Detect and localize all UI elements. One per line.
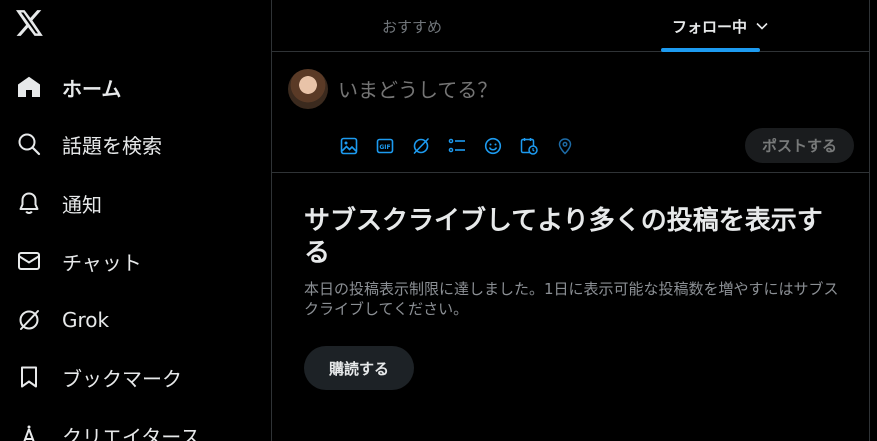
sidebar-item-label: クリエイタース: [62, 424, 201, 441]
post-button[interactable]: ポストする: [745, 128, 854, 163]
emoji-icon[interactable]: [482, 135, 518, 157]
main-column: おすすめ フォロー中 GIF: [272, 0, 869, 441]
search-icon: [16, 131, 42, 157]
composer-toolbar: GIF: [338, 135, 590, 157]
sidebar-item-label: Grok: [62, 308, 110, 332]
grok-icon[interactable]: [410, 135, 446, 157]
sidebar-item-grok[interactable]: Grok: [0, 295, 271, 345]
mail-icon: [16, 248, 42, 274]
grok-icon: [16, 307, 42, 333]
sidebar-item-bookmarks[interactable]: ブックマーク: [0, 352, 271, 402]
active-tab-indicator: [661, 48, 760, 52]
bookmark-icon: [16, 364, 42, 390]
location-icon[interactable]: [554, 135, 590, 157]
schedule-icon[interactable]: [518, 135, 554, 157]
sidebar-item-notifications[interactable]: 通知: [0, 178, 271, 228]
subscribe-description: 本日の投稿表示制限に達しました。1日に表示可能な投稿数を増やすにはサブスクライブ…: [304, 280, 839, 318]
sidebar-item-home[interactable]: ホーム: [0, 62, 271, 112]
chevron-down-icon: [755, 19, 769, 33]
gif-icon[interactable]: GIF: [374, 135, 410, 157]
creator-icon: [16, 422, 42, 441]
sidebar-item-label: チャット: [62, 250, 142, 275]
sidebar-item-label: ブックマーク: [62, 366, 182, 391]
poll-icon[interactable]: [446, 135, 482, 157]
sidebar-item-explore[interactable]: 話題を検索: [0, 119, 271, 169]
sidebar-item-label: 通知: [62, 192, 102, 217]
column-divider: [869, 0, 870, 441]
svg-text:GIF: GIF: [379, 144, 390, 151]
sidebar-item-creator[interactable]: クリエイタース: [0, 410, 271, 441]
x-logo-icon[interactable]: [16, 10, 46, 40]
subscribe-button[interactable]: 購読する: [304, 346, 414, 390]
compose-input[interactable]: [338, 75, 838, 105]
tab-label: フォロー中: [671, 17, 747, 36]
tab-following[interactable]: フォロー中: [572, 0, 869, 52]
image-icon[interactable]: [338, 135, 374, 157]
subscribe-title: サブスクライブしてより多くの投稿を表示する: [304, 206, 823, 268]
post-composer: GIF ポストする: [272, 53, 869, 173]
avatar[interactable]: [288, 69, 328, 109]
sidebar-item-label: ホーム: [62, 76, 122, 101]
subscribe-prompt: サブスクライブしてより多くの投稿を表示する 本日の投稿表示制限に達しました。1日…: [304, 205, 844, 319]
tab-recommended[interactable]: おすすめ: [272, 0, 552, 52]
timeline-tabs: おすすめ フォロー中: [272, 0, 869, 52]
tab-label: おすすめ: [381, 17, 442, 36]
home-icon: [16, 74, 42, 100]
sidebar: ホーム 話題を検索 通知 チャット Grok ブックマーク クリエイタース: [0, 0, 271, 441]
bell-icon: [16, 190, 42, 216]
sidebar-item-chat[interactable]: チャット: [0, 236, 271, 286]
sidebar-item-label: 話題を検索: [62, 133, 162, 158]
